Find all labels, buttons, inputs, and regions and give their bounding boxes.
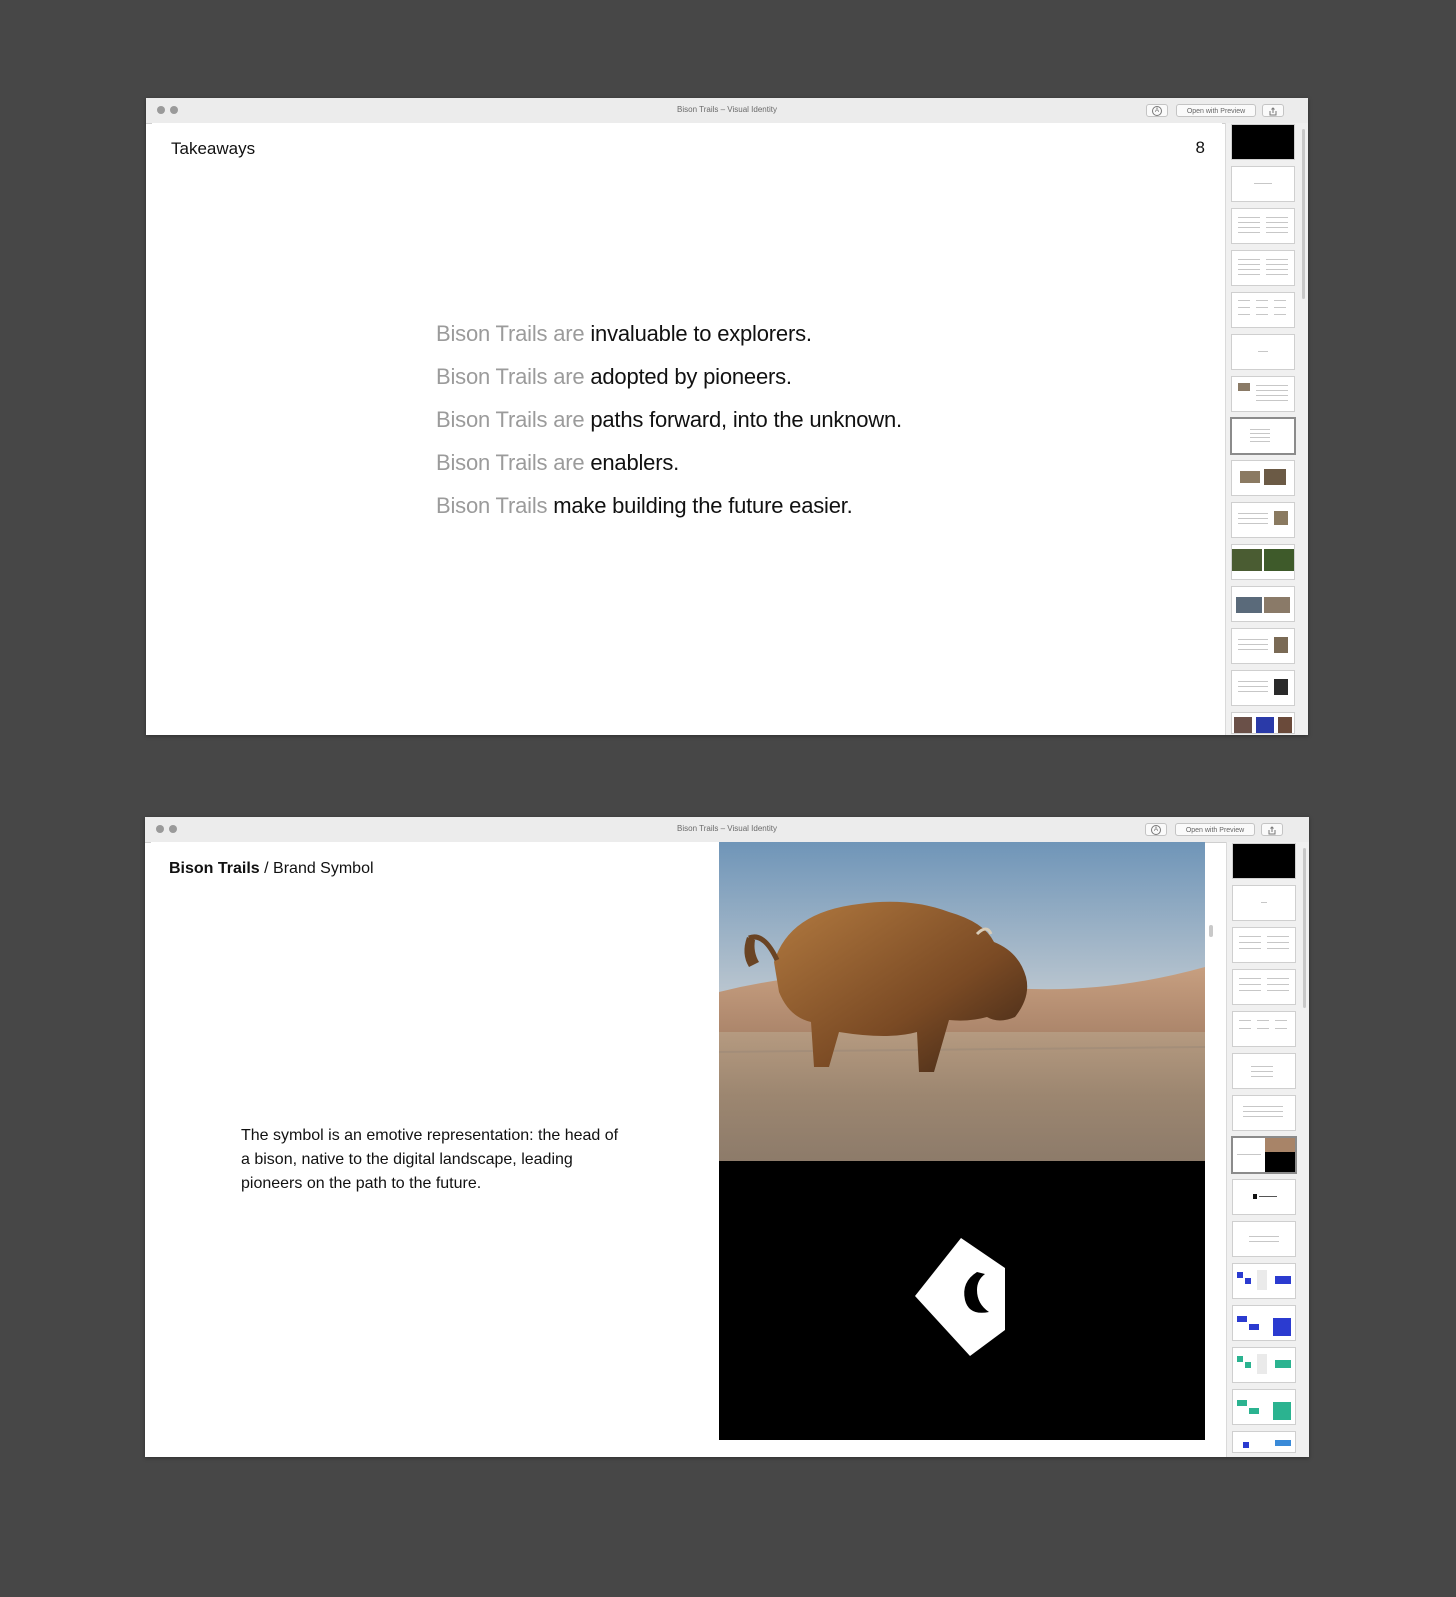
- brand-name: Bison Trails: [169, 860, 260, 877]
- thumbnail[interactable]: [1232, 461, 1294, 495]
- sidebar-scrollbar[interactable]: [1303, 848, 1306, 1008]
- slide-title: Bison Trails / Brand Symbol: [169, 860, 374, 878]
- thumbnail[interactable]: [1232, 293, 1294, 327]
- takeaway-prefix: Bison Trails are: [436, 364, 585, 389]
- open-with-preview-button[interactable]: Open with Preview: [1175, 823, 1255, 836]
- quicklook-window-top: Bison Trails – Visual Identity A Open wi…: [146, 98, 1308, 735]
- share-button[interactable]: [1261, 823, 1283, 836]
- thumbnail[interactable]: [1232, 587, 1294, 621]
- thumbnail[interactable]: [1232, 251, 1294, 285]
- thumbnail[interactable]: [1232, 629, 1294, 663]
- bison-symbol-icon: [915, 1238, 1005, 1356]
- thumbnail[interactable]: [1233, 886, 1295, 920]
- thumbnail[interactable]: [1232, 671, 1294, 705]
- takeaway-line: Bison Trails are adopted by pioneers.: [436, 364, 792, 390]
- thumbnail[interactable]: [1232, 713, 1294, 733]
- thumbnail[interactable]: [1233, 1054, 1295, 1088]
- markup-icon: A: [1152, 106, 1162, 117]
- quicklook-window-bottom: Bison Trails – Visual Identity A Open wi…: [145, 817, 1309, 1457]
- thumbnail[interactable]: [1232, 125, 1294, 159]
- share-icon: [1268, 826, 1276, 835]
- takeaway-line: Bison Trails are paths forward, into the…: [436, 407, 902, 433]
- thumbnail[interactable]: [1232, 167, 1294, 201]
- thumbnail[interactable]: [1232, 545, 1294, 579]
- markup-button[interactable]: A: [1145, 823, 1167, 836]
- markup-icon: A: [1151, 825, 1161, 836]
- bison-image: [719, 842, 1205, 1161]
- window-title: Bison Trails – Visual Identity: [677, 824, 777, 833]
- thumbnail[interactable]: [1232, 503, 1294, 537]
- takeaway-prefix: Bison Trails are: [436, 450, 585, 475]
- takeaway-line: Bison Trails are enablers.: [436, 450, 679, 476]
- takeaway-text: make building the future easier.: [553, 493, 853, 518]
- takeaway-line: Bison Trails make building the future ea…: [436, 493, 853, 519]
- thumbnail[interactable]: [1233, 1096, 1295, 1130]
- slide-takeaways: Takeaways 8 Bison Trails are invaluable …: [152, 123, 1222, 734]
- thumbnail-selected[interactable]: [1232, 419, 1294, 453]
- thumbnail[interactable]: [1233, 1348, 1295, 1382]
- takeaway-prefix: Bison Trails are: [436, 321, 585, 346]
- thumbnail[interactable]: [1232, 335, 1294, 369]
- main-scrollbar[interactable]: [1209, 925, 1213, 937]
- markup-button[interactable]: A: [1146, 104, 1168, 117]
- takeaway-text: enablers.: [590, 450, 680, 475]
- titlebar: Bison Trails – Visual Identity A Open wi…: [145, 817, 1309, 843]
- thumbnail[interactable]: [1233, 1432, 1295, 1452]
- thumbnail[interactable]: [1233, 844, 1295, 878]
- thumbnail[interactable]: [1233, 928, 1295, 962]
- thumbnail[interactable]: [1233, 1390, 1295, 1424]
- thumbnail-selected[interactable]: [1233, 1138, 1295, 1172]
- thumbnail[interactable]: [1233, 1012, 1295, 1046]
- bison-photo: [719, 842, 1205, 1161]
- takeaway-text: invaluable to explorers.: [590, 321, 812, 346]
- section-name: / Brand Symbol: [259, 860, 374, 877]
- thumbnail[interactable]: [1233, 1222, 1295, 1256]
- takeaway-text: paths forward, into the unknown.: [590, 407, 902, 432]
- share-icon: [1269, 107, 1277, 116]
- thumbnail[interactable]: [1233, 1264, 1295, 1298]
- thumbnail[interactable]: [1233, 970, 1295, 1004]
- thumbnail[interactable]: [1232, 377, 1294, 411]
- thumbnail[interactable]: [1233, 1306, 1295, 1340]
- slide-body-text: The symbol is an emotive representation:…: [241, 1127, 619, 1192]
- window-title: Bison Trails – Visual Identity: [677, 105, 777, 114]
- share-button[interactable]: [1262, 104, 1284, 117]
- open-with-preview-button[interactable]: Open with Preview: [1176, 104, 1256, 117]
- takeaway-text: adopted by pioneers.: [590, 364, 792, 389]
- titlebar: Bison Trails – Visual Identity A Open wi…: [146, 98, 1308, 124]
- page-number: 8: [1195, 138, 1205, 157]
- brand-symbol-panel: [719, 1161, 1205, 1440]
- takeaway-line: Bison Trails are invaluable to explorers…: [436, 321, 812, 347]
- takeaway-prefix: Bison Trails are: [436, 407, 585, 432]
- thumbnail[interactable]: [1233, 1180, 1295, 1214]
- thumbnail-sidebar: [1226, 842, 1309, 1457]
- thumbnail[interactable]: [1232, 209, 1294, 243]
- takeaway-prefix: Bison Trails: [436, 493, 548, 518]
- sidebar-scrollbar[interactable]: [1302, 129, 1305, 299]
- slide-brand-symbol: Bison Trails / Brand Symbol The symbol i…: [151, 842, 1205, 1452]
- slide-title: Takeaways: [171, 139, 256, 158]
- thumbnail-sidebar: [1225, 123, 1308, 735]
